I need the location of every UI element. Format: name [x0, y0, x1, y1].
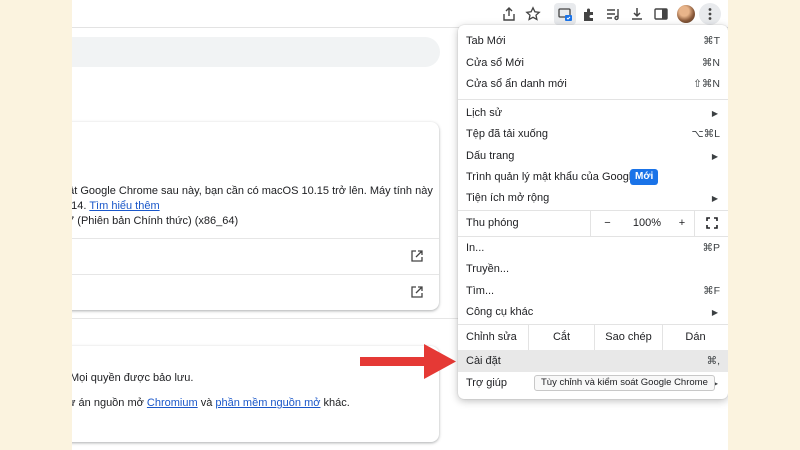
- menu-shortcut: ⇧⌘N: [693, 78, 720, 90]
- row-divider: [72, 238, 439, 239]
- menu-shortcut: ⌥⌘L: [691, 128, 720, 140]
- menu-label: Lịch sử: [466, 107, 503, 119]
- zoom-level: 100%: [632, 217, 662, 229]
- version-text: 87 (Phiên bản Chính thức) (x86_64): [72, 215, 239, 227]
- help-tooltip: Tùy chỉnh và kiểm soát Google Chrome: [534, 375, 715, 391]
- menu-item-password-manager[interactable]: Trình quản lý mật khẩu của Google Mới: [458, 166, 728, 188]
- menu-item-downloads[interactable]: Tệp đã tải xuống ⌥⌘L: [458, 123, 728, 145]
- chevron-right-icon: ▶: [711, 193, 718, 203]
- menu-label: Cửa sổ Mới: [466, 57, 524, 69]
- settings-search-bar[interactable]: [72, 37, 440, 67]
- menu-item-more-tools[interactable]: Công cụ khác ▶: [458, 301, 728, 323]
- menu-label: Tệp đã tải xuống: [466, 128, 548, 140]
- chromium-link[interactable]: Chromium: [147, 397, 198, 409]
- chevron-right-icon: ▶: [711, 108, 718, 118]
- left-side-band: [0, 0, 72, 450]
- open-in-new-icon[interactable]: [410, 249, 426, 265]
- and-text: và: [200, 397, 213, 409]
- opensource-prefix: dự án nguồn mở: [72, 397, 144, 409]
- menu-item-incognito[interactable]: Cửa sổ ẩn danh mới ⇧⌘N: [458, 73, 728, 95]
- fullscreen-icon[interactable]: [694, 210, 728, 236]
- update-text-prefix: 0.14.: [72, 200, 87, 212]
- menu-separator: [458, 99, 728, 100]
- chevron-right-icon: ▶: [711, 307, 718, 317]
- opensource-suffix: khác.: [323, 397, 350, 409]
- menu-label: Cài đặt: [466, 355, 501, 367]
- menu-label: Dấu trang: [466, 150, 515, 162]
- menu-item-zoom: Thu phóng − 100% +: [458, 210, 728, 236]
- opensource-text: dự án nguồn mở Chromium và phần mềm nguồ…: [72, 397, 350, 409]
- row-divider: [72, 274, 439, 275]
- menu-item-extensions[interactable]: Tiện ích mở rộng ▶: [458, 187, 728, 209]
- menu-item-new-tab[interactable]: Tab Mới ⌘T: [458, 30, 728, 52]
- menu-item-history[interactable]: Lịch sử ▶: [458, 102, 728, 124]
- browser-window: hật Google Chrome sau này, bạn cần có ma…: [72, 0, 728, 450]
- opensource-software-link[interactable]: phần mềm nguồn mở: [215, 397, 320, 409]
- right-side-band: [728, 0, 800, 450]
- menu-label: Thu phóng: [466, 217, 519, 229]
- update-text-line2: 0.14. Tìm hiểu thêm: [72, 200, 160, 212]
- learn-more-link[interactable]: Tìm hiểu thêm: [89, 200, 159, 212]
- copy-button[interactable]: Sao chép: [594, 324, 662, 350]
- update-text-line1: hật Google Chrome sau này, bạn cần có ma…: [72, 185, 433, 197]
- menu-label: Tìm...: [466, 285, 495, 297]
- cut-button[interactable]: Cắt: [528, 324, 594, 350]
- about-chrome-card: hật Google Chrome sau này, bạn cần có ma…: [72, 122, 439, 310]
- red-arrow-annotation: [360, 344, 456, 379]
- more-menu-icon[interactable]: [699, 3, 721, 25]
- menu-label: Chỉnh sửa: [466, 331, 517, 343]
- menu-label: In...: [466, 242, 485, 254]
- menu-item-find[interactable]: Tìm... ⌘F: [458, 280, 728, 302]
- profile-avatar[interactable]: [675, 3, 697, 25]
- menu-label: Truyền...: [466, 263, 509, 275]
- menu-label: Trợ giúp: [466, 377, 508, 389]
- section-divider: [72, 318, 458, 319]
- menu-item-print[interactable]: In... ⌘P: [458, 237, 728, 259]
- paste-button[interactable]: Dán: [662, 324, 728, 350]
- menu-shortcut: ⌘T: [703, 35, 720, 47]
- menu-label: Tiện ích mở rộng: [466, 192, 550, 204]
- menu-item-bookmarks[interactable]: Dấu trang ▶: [458, 145, 728, 167]
- new-badge: Mới: [630, 169, 659, 185]
- menu-label: Công cụ khác: [466, 306, 534, 318]
- open-in-new-icon[interactable]: [410, 285, 426, 301]
- browser-toolbar: [72, 0, 728, 28]
- share-icon[interactable]: [498, 3, 520, 25]
- chevron-right-icon: ▶: [711, 151, 718, 161]
- menu-item-cast[interactable]: Truyền...: [458, 258, 728, 280]
- menu-item-settings[interactable]: Cài đặt ⌘,: [458, 350, 728, 372]
- chrome-main-menu: Tab Mới ⌘T Cửa sổ Mới ⌘N Cửa sổ ẩn danh …: [458, 25, 728, 399]
- menu-shortcut: ⌘P: [702, 242, 720, 254]
- menu-shortcut: ⌘N: [701, 57, 720, 69]
- menu-label: Trình quản lý mật khẩu của Google: [466, 171, 638, 183]
- tab-search-icon[interactable]: [554, 3, 576, 25]
- menu-shortcut: ⌘,: [706, 355, 720, 367]
- reading-list-icon[interactable]: [602, 3, 624, 25]
- zoom-in-button[interactable]: +: [670, 210, 694, 236]
- zoom-out-button[interactable]: −: [590, 210, 624, 236]
- menu-item-edit: Chỉnh sửa Cắt Sao chép Dán: [458, 324, 728, 350]
- bookmark-star-icon[interactable]: [522, 3, 544, 25]
- menu-shortcut: ⌘F: [703, 285, 720, 297]
- side-panel-icon[interactable]: [650, 3, 672, 25]
- menu-item-new-window[interactable]: Cửa sổ Mới ⌘N: [458, 52, 728, 74]
- copyright-text: Mọi quyền được bảo lưu.: [72, 372, 194, 384]
- extensions-icon[interactable]: [578, 3, 600, 25]
- menu-label: Cửa sổ ẩn danh mới: [466, 78, 567, 90]
- menu-label: Tab Mới: [466, 35, 506, 47]
- download-icon[interactable]: [626, 3, 648, 25]
